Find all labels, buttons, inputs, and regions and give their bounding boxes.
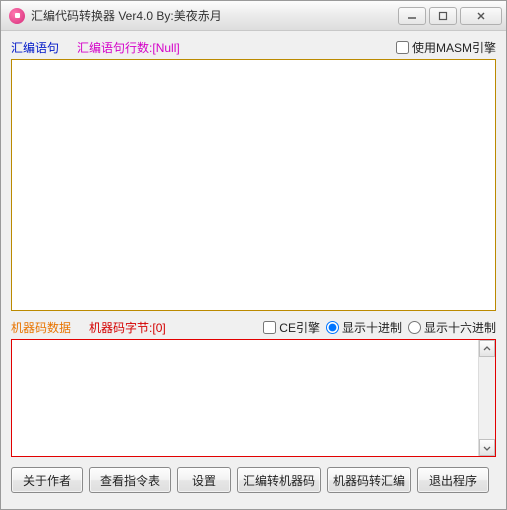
ce-engine-label: CE引擎	[279, 319, 320, 336]
mc-textarea-wrap	[11, 339, 496, 457]
use-masm-checkbox[interactable]: 使用MASM引擎	[396, 39, 496, 56]
mc-bytes-label: 机器码字节:[0]	[89, 319, 166, 336]
chevron-up-icon	[483, 345, 491, 353]
mc-textarea[interactable]	[12, 340, 478, 456]
titlebar[interactable]: 汇编代码转换器 Ver4.0 By:美夜赤月	[1, 1, 506, 31]
mc-bytes-text: 机器码字节:	[89, 321, 152, 335]
ce-engine-input[interactable]	[263, 321, 276, 334]
mc-label: 机器码数据	[11, 319, 71, 336]
mc-bytes-value: [0]	[152, 321, 165, 335]
radix-dec-label: 显示十进制	[342, 319, 402, 336]
chevron-down-icon	[483, 444, 491, 452]
maximize-button[interactable]	[429, 7, 457, 25]
radix-hex-label: 显示十六进制	[424, 319, 496, 336]
scroll-track[interactable]	[479, 357, 495, 439]
exit-button[interactable]: 退出程序	[417, 467, 489, 493]
asm-to-mc-button[interactable]: 汇编转机器码	[237, 467, 321, 493]
radix-dec-input[interactable]	[326, 321, 339, 334]
asm-lines-value: [Null]	[152, 41, 179, 55]
minimize-button[interactable]	[398, 7, 426, 25]
maximize-icon	[438, 11, 448, 21]
scroll-up-button[interactable]	[479, 340, 495, 357]
use-masm-label: 使用MASM引擎	[412, 39, 496, 56]
minimize-icon	[407, 11, 417, 21]
mc-to-asm-button[interactable]: 机器码转汇编	[327, 467, 411, 493]
use-masm-input[interactable]	[396, 41, 409, 54]
asm-header-row: 汇编语句 汇编语句行数:[Null] 使用MASM引擎	[11, 37, 496, 57]
mc-header-row: 机器码数据 机器码字节:[0] CE引擎 显示十进制 显示十六进制	[11, 317, 496, 337]
client-area: 汇编语句 汇编语句行数:[Null] 使用MASM引擎 机器码数据 机器码字节:…	[1, 31, 506, 509]
close-icon	[476, 11, 486, 21]
asm-lines-text: 汇编语句行数:	[77, 41, 152, 55]
asm-textarea[interactable]	[11, 59, 496, 311]
radix-hex-radio[interactable]: 显示十六进制	[408, 319, 496, 336]
ce-engine-checkbox[interactable]: CE引擎	[263, 319, 320, 336]
radix-hex-input[interactable]	[408, 321, 421, 334]
about-button[interactable]: 关于作者	[11, 467, 83, 493]
app-icon	[9, 8, 25, 24]
mc-scrollbar[interactable]	[478, 340, 495, 456]
radix-dec-radio[interactable]: 显示十进制	[326, 319, 402, 336]
close-button[interactable]	[460, 7, 502, 25]
button-row: 关于作者 查看指令表 设置 汇编转机器码 机器码转汇编 退出程序	[11, 467, 496, 493]
app-window: 汇编代码转换器 Ver4.0 By:美夜赤月 汇编语句 汇编语句行数:[Null…	[0, 0, 507, 510]
window-controls	[398, 7, 502, 25]
opcodes-button[interactable]: 查看指令表	[89, 467, 171, 493]
asm-label: 汇编语句	[11, 39, 59, 56]
asm-lines-label: 汇编语句行数:[Null]	[77, 39, 180, 56]
window-title: 汇编代码转换器 Ver4.0 By:美夜赤月	[31, 7, 398, 24]
settings-button[interactable]: 设置	[177, 467, 231, 493]
scroll-down-button[interactable]	[479, 439, 495, 456]
